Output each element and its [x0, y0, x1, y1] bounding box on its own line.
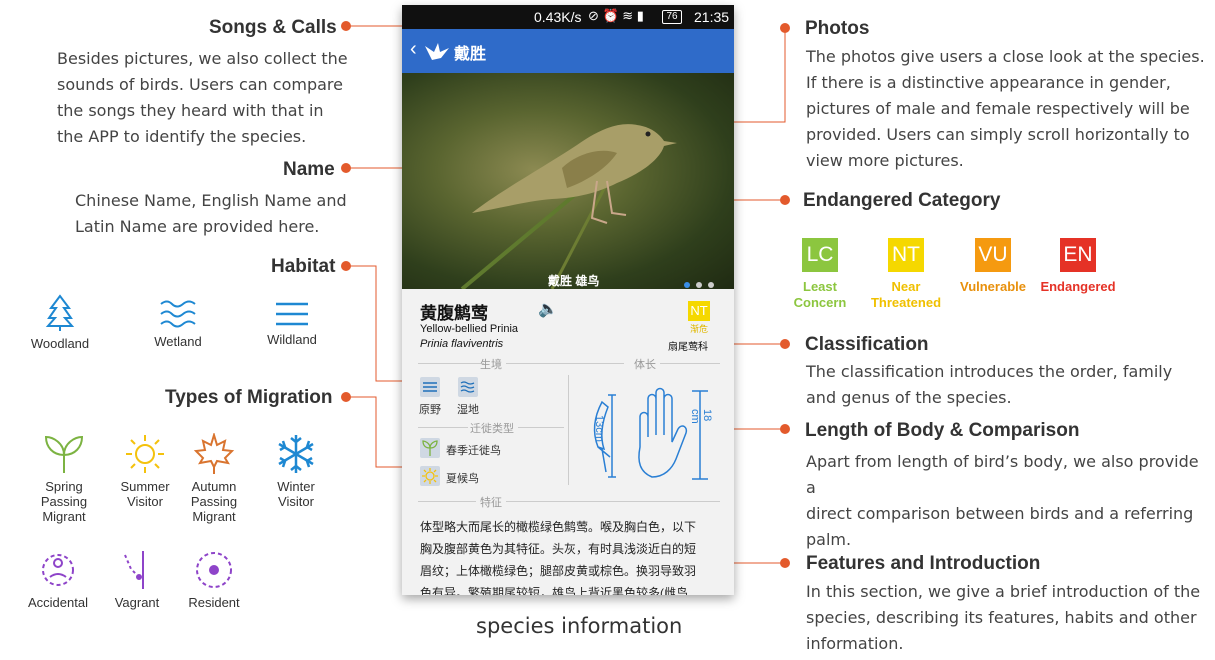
- badge-lc: LC: [802, 238, 838, 272]
- clock: 21:35: [694, 9, 730, 25]
- status-label: 渐危: [689, 324, 708, 334]
- palm-length: 18 cm: [689, 409, 713, 424]
- migration-accidental: Accidental: [18, 549, 98, 610]
- habitat-header: 生境: [480, 359, 502, 371]
- tree-icon: [45, 294, 75, 331]
- status-badge: NT: [688, 301, 710, 321]
- bird-photo: [460, 124, 677, 289]
- migration-title: Types of Migration: [165, 387, 333, 408]
- features-header: 特征: [480, 497, 502, 509]
- migration-header: 迁徙类型: [470, 423, 514, 435]
- sun-icon: [126, 435, 164, 473]
- songs-calls-title: Songs & Calls: [209, 17, 337, 38]
- migration-autumn: Autumn Passing Migrant: [174, 433, 254, 524]
- lines-icon: [276, 302, 308, 326]
- migration-label-2: 夏候鸟: [446, 473, 479, 485]
- photos-desc: The photos give users a close look at th…: [806, 47, 1205, 170]
- features-text: 体型略大而尾长的橄榄绿色鹪莺。喉及胸白色，以下 胸及腹部黄色为其特征。头灰，有时具…: [420, 520, 697, 595]
- caption: species information: [476, 614, 683, 638]
- length-marker: [780, 424, 790, 434]
- endangered-title: Endangered Category: [803, 190, 1001, 211]
- badge-lc-label: Least Concern: [793, 279, 847, 310]
- spring-migrant-icon: [420, 438, 440, 458]
- features-title: Features and Introduction: [806, 553, 1041, 574]
- endangered-marker: [780, 195, 790, 205]
- habitat-woodland: Woodland: [20, 294, 100, 351]
- photos-title: Photos: [805, 18, 870, 39]
- app-title: 戴胜: [454, 46, 487, 63]
- habitat-wildland: Wildland: [252, 300, 332, 347]
- bird-logo-icon: [425, 43, 449, 60]
- snowflake-icon: [278, 435, 314, 473]
- photos-marker: [780, 23, 790, 33]
- sprout-icon: [44, 435, 84, 473]
- features-marker: [780, 558, 790, 568]
- photo-caption: 戴胜 雄鸟: [548, 274, 600, 288]
- name-desc: Chinese Name, English Name and Latin Name…: [75, 191, 347, 236]
- habitat-label-1: 原野: [419, 404, 441, 416]
- migration-spring: Spring Passing Migrant: [24, 433, 104, 524]
- classification-desc: The classification introduces the order,…: [806, 362, 1173, 407]
- migration-winter: Winter Visitor: [256, 433, 336, 509]
- migration-label-1: 春季迁徙鸟: [446, 445, 501, 457]
- features-desc: In this section, we give a brief introdu…: [806, 582, 1201, 653]
- status-bar: 0.43K/s ⊘ ⏰ ≋ ▮ 76 21:35: [402, 5, 734, 29]
- bird-length: 13cm: [593, 415, 605, 442]
- habitat-wetland: Wetland: [138, 298, 218, 349]
- summer-visitor-icon: [420, 466, 440, 486]
- classification-marker: [780, 339, 790, 349]
- bird-photo-carousel[interactable]: 戴胜 雄鸟: [402, 73, 734, 289]
- classification-title: Classification: [805, 334, 929, 355]
- badge-en: EN: [1060, 238, 1096, 272]
- migration-marker: [341, 392, 351, 402]
- english-name: Yellow-bellied Prinia: [420, 323, 519, 335]
- speaker-icon[interactable]: 🔈: [538, 299, 558, 319]
- vagrant-icon: [124, 551, 144, 589]
- accidental-icon: [42, 554, 74, 586]
- badge-nt-label: Near Threatened: [870, 279, 942, 310]
- phone-screen: 0.43K/s ⊘ ⏰ ≋ ▮ 76 21:35 ‹ 戴胜 戴胜 雄鸟 黄腹鹪莺…: [402, 5, 734, 595]
- badge-en-label: Endangered: [1040, 279, 1116, 294]
- habitat-label-2: 湿地: [457, 404, 479, 416]
- badge-vu: VU: [975, 238, 1011, 272]
- app-bar: ‹ 戴胜: [402, 29, 734, 73]
- name-marker: [341, 163, 351, 173]
- wildland-icon: [420, 377, 440, 397]
- latin-name: Prinia flaviventris: [420, 338, 504, 350]
- migration-resident: Resident: [174, 549, 254, 610]
- status-icons: ⊘ ⏰ ≋ ▮: [588, 8, 644, 23]
- songs-calls-desc: Besides pictures, we also collect the sou…: [57, 49, 348, 146]
- network-speed: 0.43K/s: [534, 9, 582, 25]
- badge-nt: NT: [888, 238, 924, 272]
- chinese-name: 黄腹鹪莺: [420, 304, 488, 323]
- battery-icon: 76: [662, 10, 682, 24]
- family-name: 扇尾莺科: [668, 342, 708, 353]
- length-header: 体长: [634, 359, 656, 371]
- back-icon[interactable]: ‹: [410, 38, 417, 61]
- length-title: Length of Body & Comparison: [805, 420, 1080, 441]
- carousel-dots[interactable]: [678, 275, 714, 289]
- migration-vagrant: Vagrant: [97, 549, 177, 610]
- waves-icon: [160, 300, 196, 328]
- habitat-title: Habitat: [271, 256, 336, 277]
- length-desc: Apart from length of bird’s body, we als…: [806, 452, 1199, 549]
- badge-vu-label: Vulnerable: [960, 279, 1026, 294]
- migration-summer: Summer Visitor: [105, 433, 185, 509]
- habitat-marker: [341, 261, 351, 271]
- resident-icon: [196, 552, 232, 588]
- wetland-icon: [458, 377, 478, 397]
- songs-calls-marker: [341, 21, 351, 31]
- maple-leaf-icon: [193, 433, 235, 474]
- name-title: Name: [283, 159, 335, 180]
